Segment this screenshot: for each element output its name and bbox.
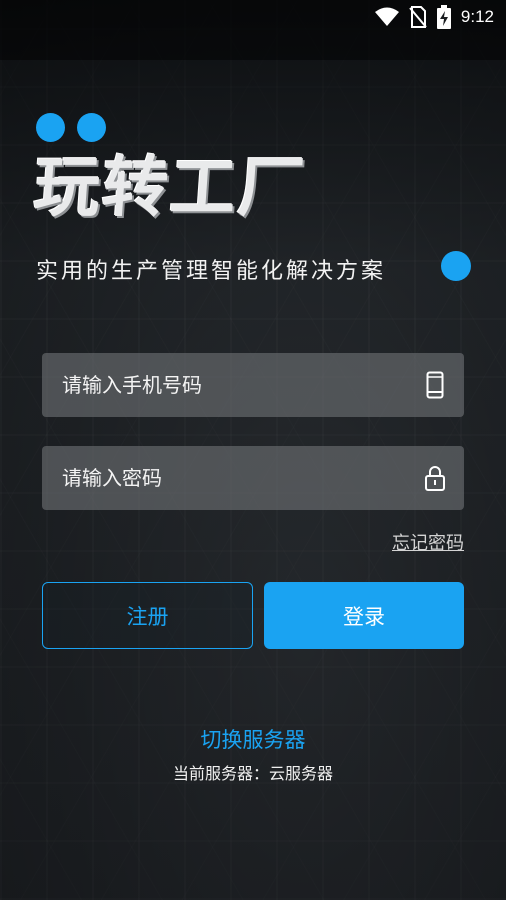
wifi-icon: [374, 7, 399, 27]
password-field[interactable]: [42, 446, 464, 510]
status-bar: 9:12: [0, 0, 506, 34]
phone-field[interactable]: [42, 353, 464, 417]
brand-dots: [36, 113, 106, 142]
current-server-text: 当前服务器：云服务器: [172, 764, 333, 783]
brand-dot: [77, 113, 106, 142]
register-button[interactable]: 注册: [42, 582, 253, 649]
app-slogan: 实用的生产管理智能化解决方案: [36, 259, 387, 284]
no-sim-icon: [409, 6, 427, 28]
slogan-dot: [441, 251, 471, 281]
phone-input[interactable]: [60, 372, 424, 398]
mobile-phone-icon: [424, 370, 446, 400]
login-button[interactable]: 登录: [264, 582, 464, 649]
battery-charging-icon: [436, 5, 451, 29]
app-logo-text: 玩转工厂: [31, 149, 309, 226]
brand-dot: [36, 113, 65, 142]
password-input[interactable]: [60, 465, 424, 491]
lock-icon: [424, 463, 446, 493]
forgot-password-link[interactable]: 忘记密码: [392, 529, 464, 555]
switch-server-link[interactable]: 切换服务器: [0, 724, 506, 754]
status-time: 9:12: [460, 7, 494, 26]
